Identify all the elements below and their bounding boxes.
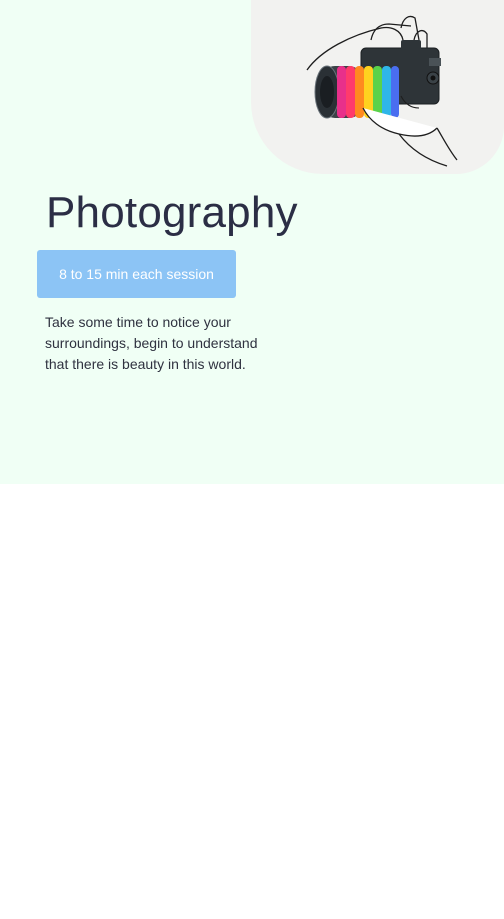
activity-card: Photography 8 to 15 min each session Tak… xyxy=(0,0,504,484)
activity-title: Photography xyxy=(46,188,298,237)
activity-description: Take some time to notice your surroundin… xyxy=(45,314,258,372)
camera-illustration xyxy=(251,0,504,174)
camera-icon xyxy=(306,15,458,167)
session-duration-badge[interactable]: 8 to 15 min each session xyxy=(37,250,236,298)
